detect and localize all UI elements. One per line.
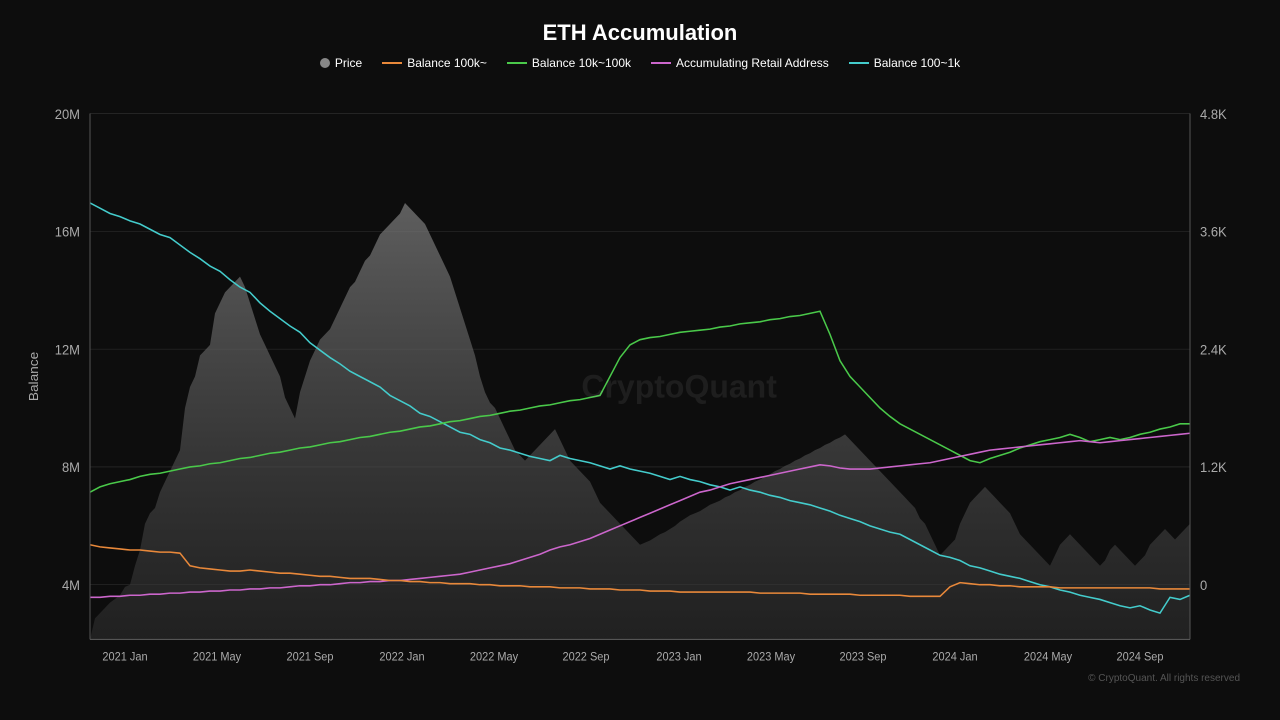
price-area — [90, 203, 1190, 639]
legend-item-accumulating-retail: Accumulating Retail Address — [651, 56, 829, 70]
legend-item-balance-10k-100k: Balance 10k~100k — [507, 56, 631, 70]
legend-price-label: Price — [335, 56, 362, 70]
x-label-2024-jan: 2024 Jan — [932, 651, 977, 663]
x-label-2022-jan: 2022 Jan — [379, 651, 424, 663]
x-label-2023-sep: 2023 Sep — [839, 651, 886, 663]
y-axis-left-8m: 8M — [62, 460, 80, 475]
x-label-2023-jan: 2023 Jan — [656, 651, 701, 663]
legend-balance-100k-label: Balance 100k~ — [407, 56, 487, 70]
x-label-2021-may: 2021 May — [193, 651, 242, 663]
x-label-2021-jan: 2021 Jan — [102, 651, 147, 663]
legend-item-balance-100k: Balance 100k~ — [382, 56, 487, 70]
y-axis-left-20m: 20M — [55, 107, 80, 122]
x-label-2024-sep: 2024 Sep — [1116, 651, 1163, 663]
legend-accumulating-retail-label: Accumulating Retail Address — [676, 56, 829, 70]
chart-svg: 20M 16M 12M 8M 4M Balance 4.8K 3.6K 2.4K… — [20, 82, 1260, 692]
balance-100k-line — [382, 62, 402, 64]
chart-container: ETH Accumulation Price Balance 100k~ Bal… — [0, 0, 1280, 720]
y-axis-left-4m: 4M — [62, 578, 80, 593]
y-axis-right-3.6k: 3.6K — [1200, 224, 1227, 239]
chart-area: CryptoQuant 20M 16M 12M 8M 4M Bala — [20, 82, 1260, 692]
x-label-2021-sep: 2021 Sep — [286, 651, 333, 663]
y-axis-right-2.4k: 2.4K — [1200, 342, 1227, 357]
balance-100-1k-line — [849, 62, 869, 64]
price-dot — [320, 58, 330, 68]
y-axis-right-0: 0 — [1200, 578, 1207, 593]
y-axis-balance-label: Balance — [26, 352, 41, 401]
legend-item-balance-100-1k: Balance 100~1k — [849, 56, 960, 70]
legend: Price Balance 100k~ Balance 10k~100k Acc… — [20, 56, 1260, 70]
x-label-2022-sep: 2022 Sep — [562, 651, 609, 663]
legend-balance-100-1k-label: Balance 100~1k — [874, 56, 960, 70]
legend-item-price: Price — [320, 56, 362, 70]
y-axis-left-16m: 16M — [55, 224, 80, 239]
y-axis-right-1.2k: 1.2K — [1200, 460, 1227, 475]
accumulating-retail-line — [651, 62, 671, 64]
x-label-2022-may: 2022 May — [470, 651, 519, 663]
y-axis-left-12m: 12M — [55, 342, 80, 357]
x-label-2024-may: 2024 May — [1024, 651, 1073, 663]
balance-10k-100k-line — [507, 62, 527, 64]
copyright: © CryptoQuant. All rights reserved — [1088, 673, 1240, 684]
legend-balance-10k-100k-label: Balance 10k~100k — [532, 56, 631, 70]
x-label-2023-may: 2023 May — [747, 651, 796, 663]
chart-title: ETH Accumulation — [20, 20, 1260, 46]
y-axis-right-4.8k: 4.8K — [1200, 107, 1227, 122]
